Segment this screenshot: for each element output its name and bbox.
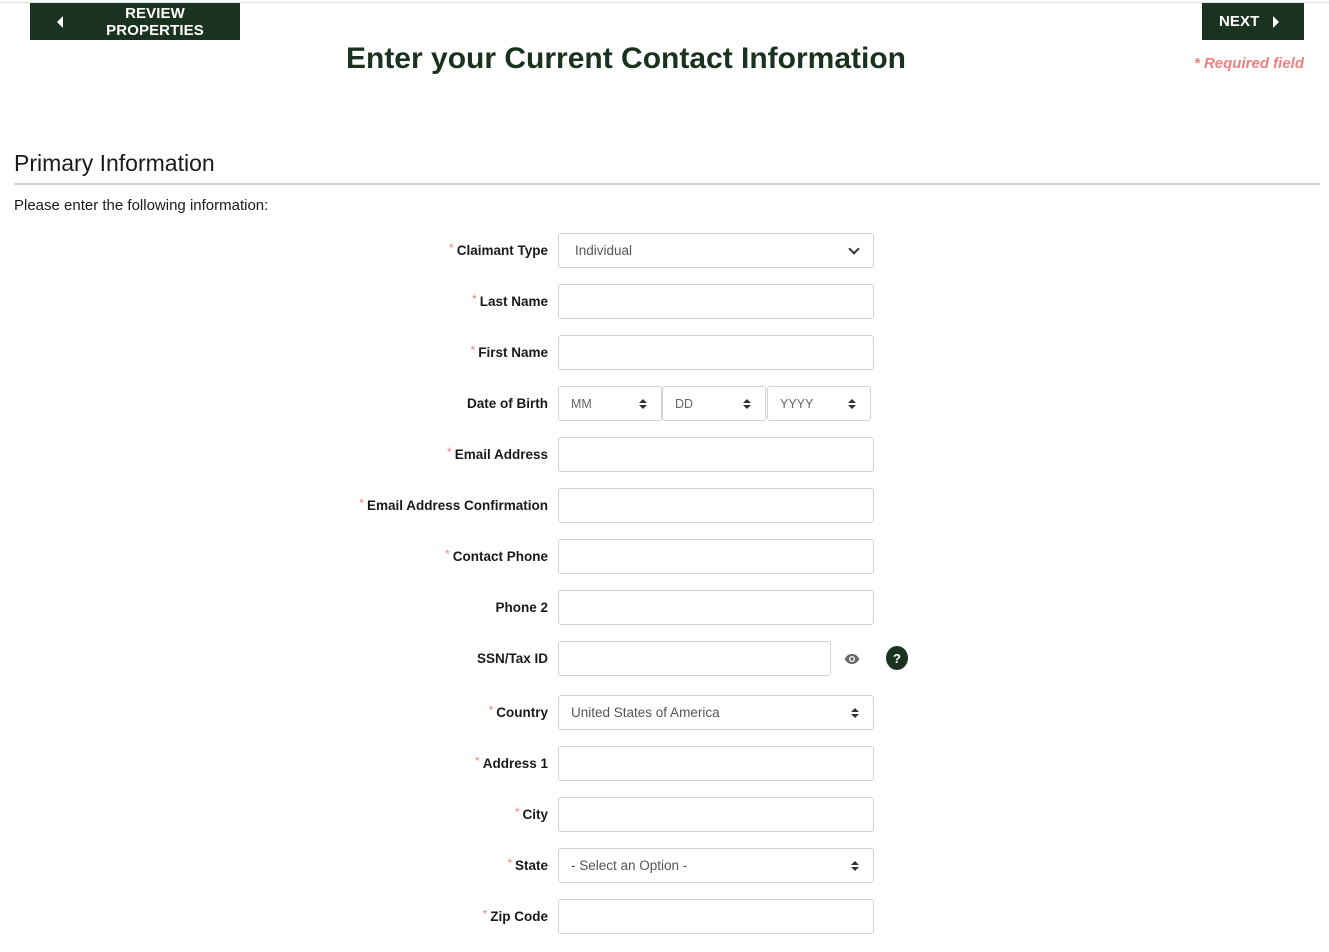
contact-phone-row: * Contact Phone	[0, 539, 1329, 574]
required-marker: *	[449, 240, 454, 255]
required-marker: *	[470, 342, 476, 357]
country-label: * Country	[488, 702, 548, 721]
phone2-row: Phone 2	[0, 590, 1329, 625]
required-marker: *	[507, 855, 512, 870]
email-confirmation-row: * Email Address Confirmation	[0, 488, 1329, 523]
claimant-type-label: * Claimant Type	[449, 240, 548, 259]
last-name-label: * Last Name	[472, 291, 548, 310]
zip-input[interactable]	[558, 899, 874, 934]
ssn-row: SSN/Tax ID ?	[0, 641, 1329, 676]
review-properties-label: REVIEW PROPERTIES	[106, 4, 204, 39]
address1-row: * Address 1	[0, 746, 1329, 781]
state-label: * State	[507, 855, 548, 874]
next-label: NEXT	[1219, 13, 1260, 30]
email-row: * Email Address	[0, 437, 1329, 472]
dob-month-select[interactable]: MM	[558, 386, 662, 421]
eye-icon[interactable]	[844, 653, 860, 665]
date-of-birth-label: Date of Birth	[467, 396, 548, 411]
sort-arrows-icon	[743, 398, 751, 409]
required-marker: *	[445, 546, 450, 561]
contact-phone-input[interactable]	[558, 539, 874, 574]
claimant-type-select[interactable]: Individual	[558, 233, 874, 268]
ssn-input[interactable]	[558, 641, 831, 676]
caret-right-icon	[1273, 15, 1280, 28]
first-name-label: * First Name	[470, 342, 548, 361]
intro-text: Please enter the following information:	[14, 197, 269, 214]
dob-day-select[interactable]: DD	[662, 386, 766, 421]
city-input[interactable]	[558, 797, 874, 832]
required-marker: *	[472, 291, 477, 306]
last-name-input[interactable]	[558, 284, 874, 319]
first-name-input[interactable]	[558, 335, 874, 370]
country-row: * Country United States of America	[0, 695, 1329, 730]
phone2-input[interactable]	[558, 590, 874, 625]
email-confirmation-input[interactable]	[558, 488, 874, 523]
sort-arrows-icon	[848, 398, 856, 409]
zip-row: * Zip Code	[0, 899, 1329, 934]
section-title: Primary Information	[14, 150, 215, 176]
city-row: * City	[0, 797, 1329, 832]
phone2-label: Phone 2	[495, 600, 548, 615]
address1-label: * Address 1	[475, 753, 548, 772]
email-confirmation-label: * Email Address Confirmation	[359, 495, 548, 514]
required-marker: *	[482, 906, 488, 921]
chevron-down-icon	[848, 242, 860, 255]
email-input[interactable]	[558, 437, 874, 472]
required-marker: *	[488, 702, 494, 717]
required-marker: *	[514, 804, 520, 819]
state-select[interactable]: - Select an Option -	[558, 848, 874, 883]
help-icon[interactable]: ?	[886, 646, 908, 670]
sort-arrows-icon	[639, 398, 647, 409]
next-button[interactable]: NEXT	[1202, 3, 1304, 40]
last-name-row: * Last Name	[0, 284, 1329, 319]
required-marker: *	[359, 495, 364, 510]
claimant-type-row: * Claimant Type Individual	[0, 233, 1329, 268]
page-title: Enter your Current Contact Information	[345, 42, 907, 75]
state-row: * State - Select an Option -	[0, 848, 1329, 883]
country-select[interactable]: United States of America	[558, 695, 874, 730]
required-marker: *	[447, 444, 452, 459]
dob-year-select[interactable]: YYYY	[767, 386, 871, 421]
date-of-birth-row: Date of Birth MM DD YYYY	[0, 386, 1329, 421]
required-marker: *	[475, 753, 480, 768]
sort-arrows-icon	[851, 707, 859, 718]
email-label: * Email Address	[447, 444, 548, 463]
address1-input[interactable]	[558, 746, 874, 781]
caret-left-icon	[57, 15, 63, 28]
first-name-row: * First Name	[0, 335, 1329, 370]
ssn-label: SSN/Tax ID	[476, 651, 548, 666]
city-label: * City	[514, 804, 548, 823]
review-properties-button[interactable]: REVIEW PROPERTIES	[30, 3, 240, 40]
sort-arrows-icon	[851, 860, 859, 871]
required-field-note: * Required field	[1193, 55, 1304, 72]
section-divider	[14, 183, 1320, 185]
contact-phone-label: * Contact Phone	[445, 546, 548, 565]
zip-label: * Zip Code	[482, 906, 548, 925]
